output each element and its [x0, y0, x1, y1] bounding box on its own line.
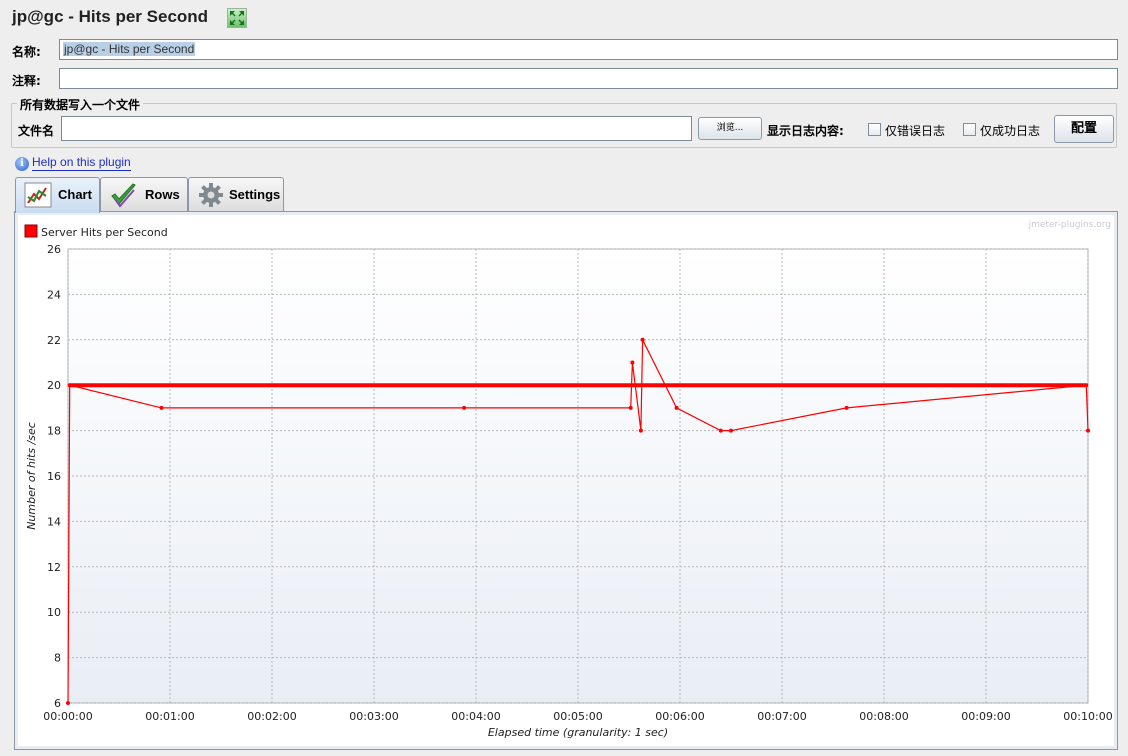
data-point	[1086, 428, 1090, 433]
watermark: jmeter-plugins.org	[1028, 220, 1111, 230]
y-tick-label: 20	[47, 379, 61, 392]
y-tick-label: 6	[54, 697, 61, 710]
data-point	[844, 405, 849, 410]
y-tick-label: 26	[47, 243, 61, 256]
x-tick-label: 00:00:00	[43, 710, 92, 723]
legend-label: Server Hits per Second	[41, 226, 168, 239]
x-tick-label: 00:04:00	[451, 710, 500, 723]
data-point	[462, 405, 467, 410]
x-tick-label: 00:06:00	[655, 710, 704, 723]
y-axis-title: Number of hits /sec	[25, 422, 38, 530]
chart-panel: 6 8 10 12 14 16 18 20 22 24 26 00:00:00 00:01:00 00:0…	[14, 211, 1118, 750]
y-tick-label: 18	[47, 425, 61, 438]
tab-settings-label: Settings	[229, 187, 281, 202]
name-label: 名称:	[12, 45, 41, 59]
x-tick-label: 00:01:00	[145, 710, 194, 723]
x-axis-title: Elapsed time (granularity: 1 sec)	[488, 726, 668, 739]
x-tick-label: 00:02:00	[247, 710, 296, 723]
name-field[interactable]: jp@gc - Hits per Second	[59, 39, 1118, 60]
success-only-checkbox[interactable]	[963, 123, 976, 136]
x-tick-label: 00:10:00	[1063, 710, 1112, 723]
x-tick-label: 00:09:00	[961, 710, 1010, 723]
x-tick-label: 00:07:00	[757, 710, 806, 723]
data-point	[1084, 383, 1089, 388]
chart-icon	[24, 182, 52, 208]
data-point	[729, 428, 733, 433]
errors-only-checkbox[interactable]	[868, 123, 881, 136]
comment-field[interactable]	[59, 68, 1118, 89]
data-point	[638, 428, 643, 433]
y-tick-label: 8	[54, 652, 61, 665]
y-tick-label: 12	[47, 561, 61, 574]
x-tick-label: 00:08:00	[859, 710, 908, 723]
data-point	[159, 405, 164, 410]
name-value: jp@gc - Hits per Second	[63, 42, 196, 56]
data-point	[630, 360, 635, 365]
write-to-file-title: 所有数据写入一个文件	[17, 96, 144, 113]
filename-input[interactable]	[61, 116, 692, 141]
log-content-label: 显示日志内容:	[767, 124, 844, 138]
tab-rows[interactable]: Rows	[100, 177, 188, 212]
y-tick-label: 24	[47, 288, 61, 301]
tab-settings[interactable]: Settings	[188, 177, 284, 212]
help-link[interactable]: Help on this plugin	[32, 155, 131, 171]
config-button[interactable]: 配置	[1054, 115, 1114, 143]
y-tick-label: 10	[47, 606, 61, 619]
legend-swatch	[24, 224, 38, 238]
tab-chart-label: Chart	[58, 187, 92, 202]
data-point	[67, 383, 72, 388]
x-tick-label: 00:05:00	[553, 710, 602, 723]
comment-label: 注释:	[12, 74, 41, 88]
x-tick-label: 00:03:00	[349, 710, 398, 723]
data-point	[718, 428, 723, 433]
tab-chart[interactable]: Chart	[15, 177, 100, 213]
checkmark-icon	[111, 183, 136, 208]
data-point	[628, 405, 633, 410]
data-point	[66, 701, 70, 705]
gear-icon	[199, 183, 223, 207]
expand-arrows-icon[interactable]	[227, 8, 247, 28]
browse-button[interactable]: 浏览...	[698, 117, 762, 140]
page-title: jp@gc - Hits per Second	[12, 7, 209, 26]
info-icon: i	[15, 157, 29, 171]
filename-label: 文件名	[18, 124, 55, 138]
y-tick-label: 14	[47, 515, 61, 528]
data-point	[674, 405, 679, 410]
y-tick-label: 16	[47, 470, 61, 483]
data-point	[640, 337, 645, 342]
errors-only-label: 仅错误日志	[885, 124, 946, 138]
hits-per-second-chart: 6 8 10 12 14 16 18 20 22 24 26 00:00:00 00:01:00 00:0…	[24, 220, 1113, 739]
y-tick-label: 22	[47, 334, 61, 347]
tab-rows-label: Rows	[145, 187, 180, 202]
success-only-label: 仅成功日志	[980, 124, 1041, 138]
